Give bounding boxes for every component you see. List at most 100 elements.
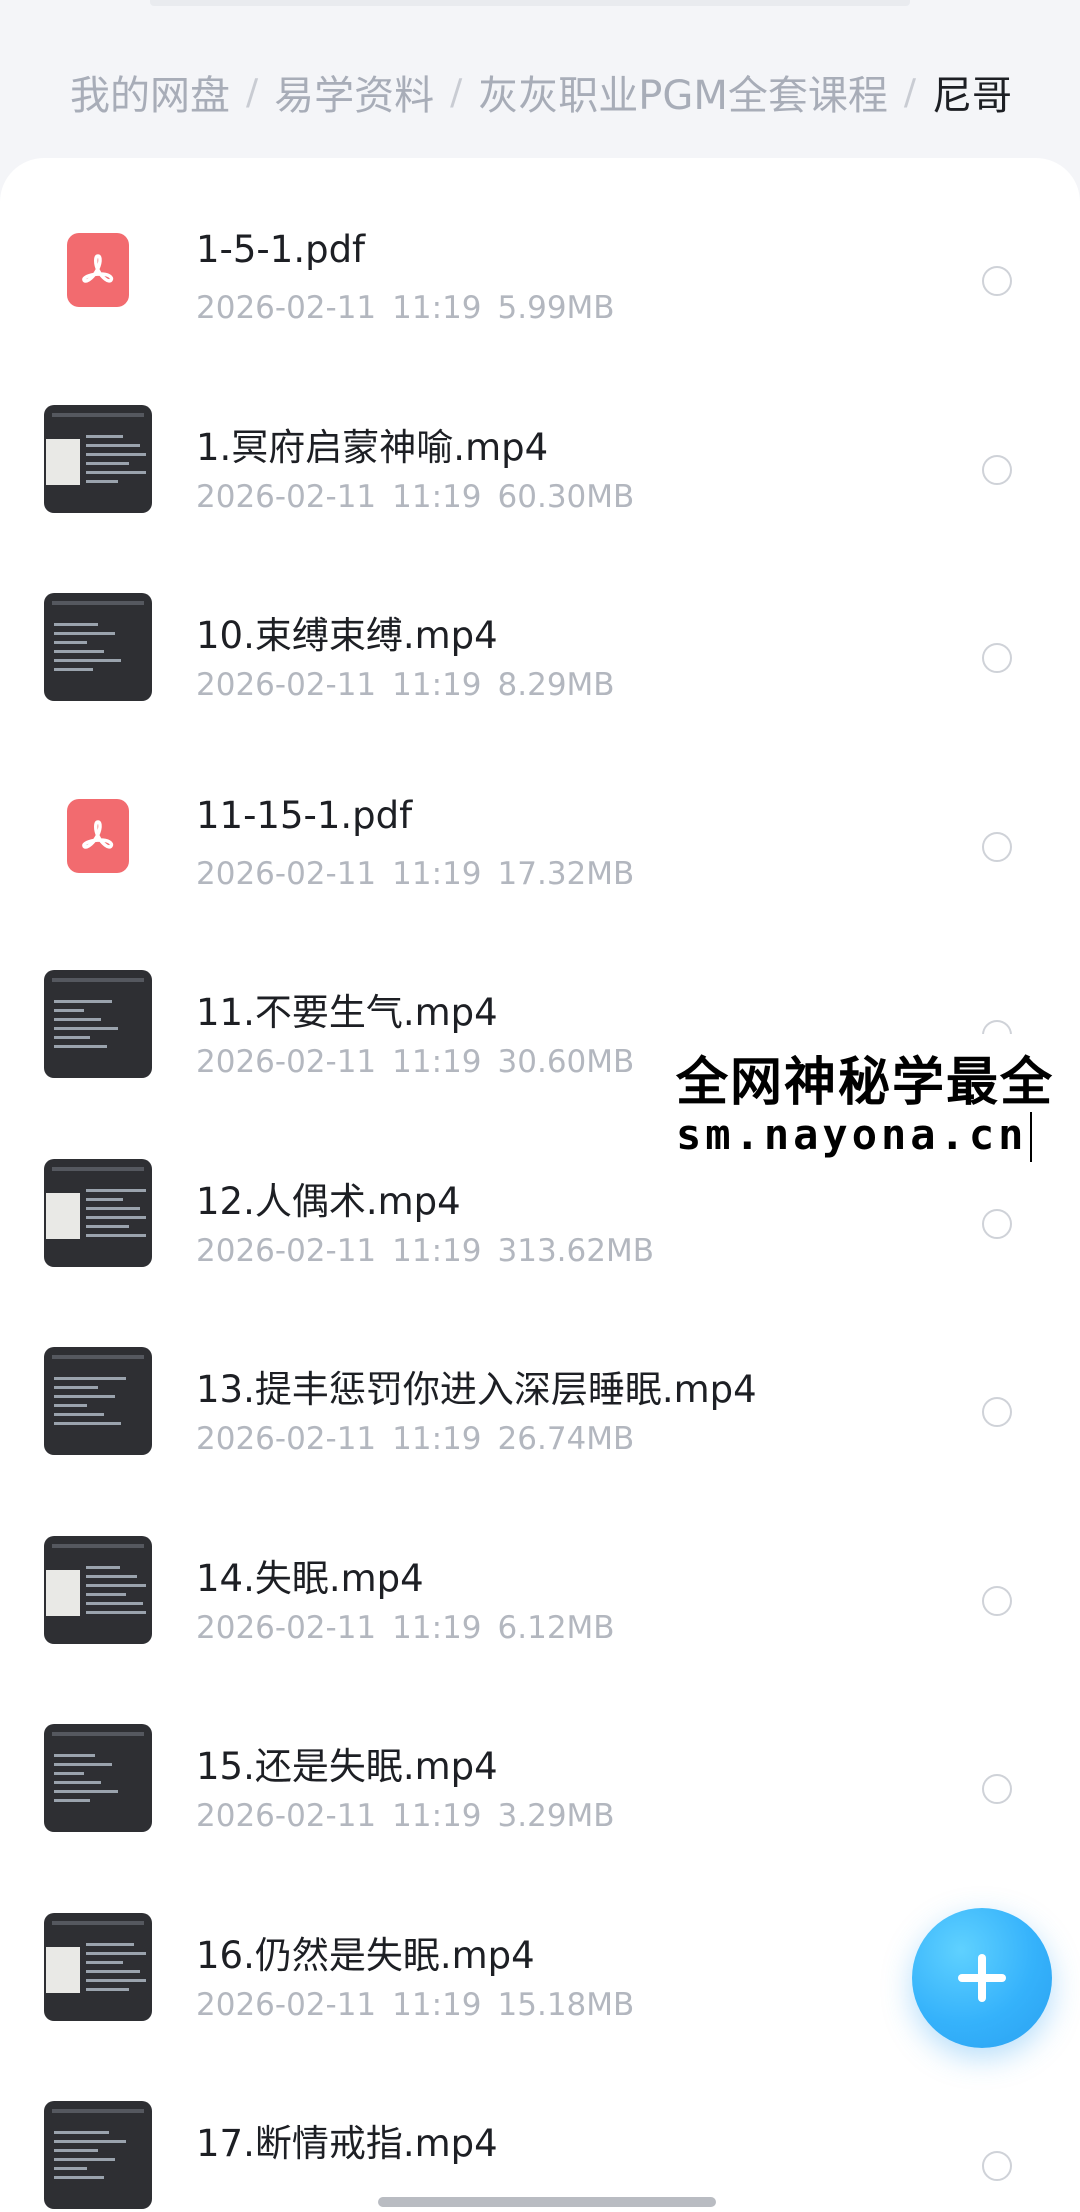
file-meta: 2026-02-11 11:19 17.32MB: [196, 856, 650, 892]
file-name: 15.还是失眠.mp4: [196, 1745, 498, 1788]
file-name: 11.不要生气.mp4: [196, 991, 498, 1034]
thumb-text-line: [86, 1224, 129, 1228]
thumb-bar: [52, 601, 144, 605]
file-meta: 2026-02-11 11:19 6.12MB: [196, 1610, 631, 1646]
video-thumbnail: [44, 1347, 152, 1455]
thumb-text-line: [54, 2167, 87, 2170]
select-radio[interactable]: [982, 1397, 1012, 1427]
thumb-bar: [52, 978, 144, 982]
file-name: 10.束缚束缚.mp4: [196, 614, 498, 657]
top-strip: [150, 0, 910, 6]
thumb-text-line: [54, 1045, 107, 1048]
thumb-text-line: [54, 1395, 115, 1398]
thumb-text-line: [54, 2149, 98, 2152]
breadcrumb-item-my-drive[interactable]: 我的网盘: [70, 63, 230, 121]
video-thumbnail: [44, 1724, 152, 1832]
watermark-line-1: 全网神秘学最全: [676, 1053, 1055, 1113]
thumb-text-line: [54, 650, 104, 653]
breadcrumb: 我的网盘 / 易学资料 / 灰灰职业PGM全套课程 / 尼哥: [70, 62, 1012, 122]
file-meta: 2026-02-11 11:19 3.29MB: [196, 1798, 631, 1834]
file-name: 1.冥府启蒙神喻.mp4: [196, 425, 549, 469]
file-date: 2026-02-11: [196, 1232, 377, 1269]
file-date: 2026-02-11: [196, 1044, 377, 1080]
breadcrumb-item-yixue[interactable]: 易学资料: [274, 63, 434, 121]
file-meta: 2026-02-11 11:19 26.74MB: [196, 1421, 650, 1457]
breadcrumb-item-course[interactable]: 灰灰职业PGM全套课程: [478, 63, 888, 121]
thumb-text-line: [86, 1960, 123, 1964]
file-time: 11:19: [392, 1044, 482, 1080]
thumb-text-line: [54, 668, 93, 671]
thumb-bar: [52, 1732, 144, 1736]
video-thumbnail: [44, 1535, 152, 1644]
acrobat-icon: [82, 819, 114, 849]
file-name: 14.失眠.mp4: [196, 1556, 424, 1600]
file-meta: 2026-02-11 11:19 5.99MB: [196, 290, 631, 326]
home-indicator[interactable]: [378, 2197, 716, 2207]
thumb-text-line: [86, 1565, 120, 1569]
file-row[interactable]: 1-5-1.pdf 2026-02-11 11:19 5.99MB: [0, 166, 1080, 356]
thumb-text-line: [86, 479, 118, 483]
watermark-box: 全网神秘学最全 sm.nayona.cn: [674, 1034, 1080, 1168]
thumb-bar: [52, 1355, 144, 1359]
add-button[interactable]: [912, 1908, 1052, 2048]
file-meta: 2026-02-11 11:19 60.30MB: [196, 479, 650, 515]
pdf-badge: [67, 798, 129, 873]
file-time: 11:19: [392, 1232, 482, 1269]
select-radio[interactable]: [982, 643, 1012, 673]
file-date: 2026-02-11: [196, 1421, 377, 1457]
thumb-panel: [46, 1192, 80, 1239]
thumb-panel: [46, 1569, 80, 1616]
thumb-text-line: [86, 1610, 146, 1614]
thumb-text-line: [54, 623, 98, 626]
select-radio[interactable]: [982, 831, 1012, 862]
file-row[interactable]: 17.断情戒指.mp4: [0, 2051, 1080, 2212]
file-name: 16.仍然是失眠.mp4: [196, 1933, 535, 1977]
file-size: 8.29MB: [497, 667, 615, 703]
thumb-text-line: [86, 443, 140, 447]
thumb-text-line: [86, 1942, 134, 1946]
file-row[interactable]: 14.失眠.mp4 2026-02-11 11:19 6.12MB: [0, 1486, 1080, 1676]
thumb-text-line: [86, 1197, 123, 1201]
thumb-text-line: [54, 1036, 90, 1039]
select-radio[interactable]: [982, 454, 1012, 485]
thumb-text-line: [86, 452, 146, 456]
file-name: 1-5-1.pdf: [196, 228, 366, 271]
thumb-text-line: [54, 1763, 112, 1766]
thumb-text-line: [86, 1592, 126, 1596]
breadcrumb-current: 尼哥: [932, 73, 1013, 119]
file-time: 11:19: [392, 1421, 482, 1457]
file-row[interactable]: 1.冥府启蒙神喻.mp4 2026-02-11 11:19 60.30MB: [0, 355, 1080, 545]
file-row[interactable]: 10.束缚束缚.mp4 2026-02-11 11:19 8.29MB: [0, 543, 1080, 733]
file-name: 11-15-1.pdf: [196, 793, 413, 837]
file-size: 3.29MB: [497, 1798, 615, 1834]
select-radio[interactable]: [982, 1774, 1012, 1804]
file-row[interactable]: 13.提丰惩罚你进入深层睡眠.mp4 2026-02-11 11:19 26.74MB: [0, 1297, 1080, 1487]
thumb-text-line: [54, 1027, 118, 1030]
file-meta: [196, 2175, 244, 2211]
thumb-text-line: [86, 1574, 137, 1578]
file-date: 2026-02-11: [196, 855, 377, 892]
watermark-line-2: sm.nayona.cn: [676, 1110, 1028, 1159]
video-thumbnail: [44, 593, 152, 701]
file-row[interactable]: 15.还是失眠.mp4 2026-02-11 11:19 3.29MB: [0, 1674, 1080, 1864]
thumb-bar: [52, 1166, 144, 1171]
select-radio[interactable]: [982, 2151, 1012, 2181]
acrobat-icon: [82, 254, 114, 283]
file-row[interactable]: 11-15-1.pdf 2026-02-11 11:19 17.32MB: [0, 732, 1080, 922]
thumb-text-line: [54, 1781, 101, 1784]
file-time: 11:19: [392, 667, 482, 703]
file-meta: 2026-02-11 11:19 8.29MB: [196, 667, 631, 703]
file-size: 6.12MB: [497, 1609, 615, 1646]
thumb-text-line: [54, 1018, 101, 1021]
video-thumbnail: [44, 970, 152, 1078]
file-name: 13.提丰惩罚你进入深层睡眠.mp4: [196, 1368, 757, 1411]
select-radio[interactable]: [982, 1208, 1012, 1239]
plus-icon: [958, 1954, 1006, 2002]
thumb-text-line: [54, 659, 121, 662]
file-meta: 2026-02-11 11:19 30.60MB: [196, 1044, 650, 1080]
select-radio[interactable]: [982, 1585, 1012, 1616]
file-size: 60.30MB: [497, 478, 635, 515]
pdf-file-icon: [44, 782, 152, 890]
select-radio[interactable]: [982, 266, 1012, 296]
thumb-text-line: [54, 1386, 98, 1389]
